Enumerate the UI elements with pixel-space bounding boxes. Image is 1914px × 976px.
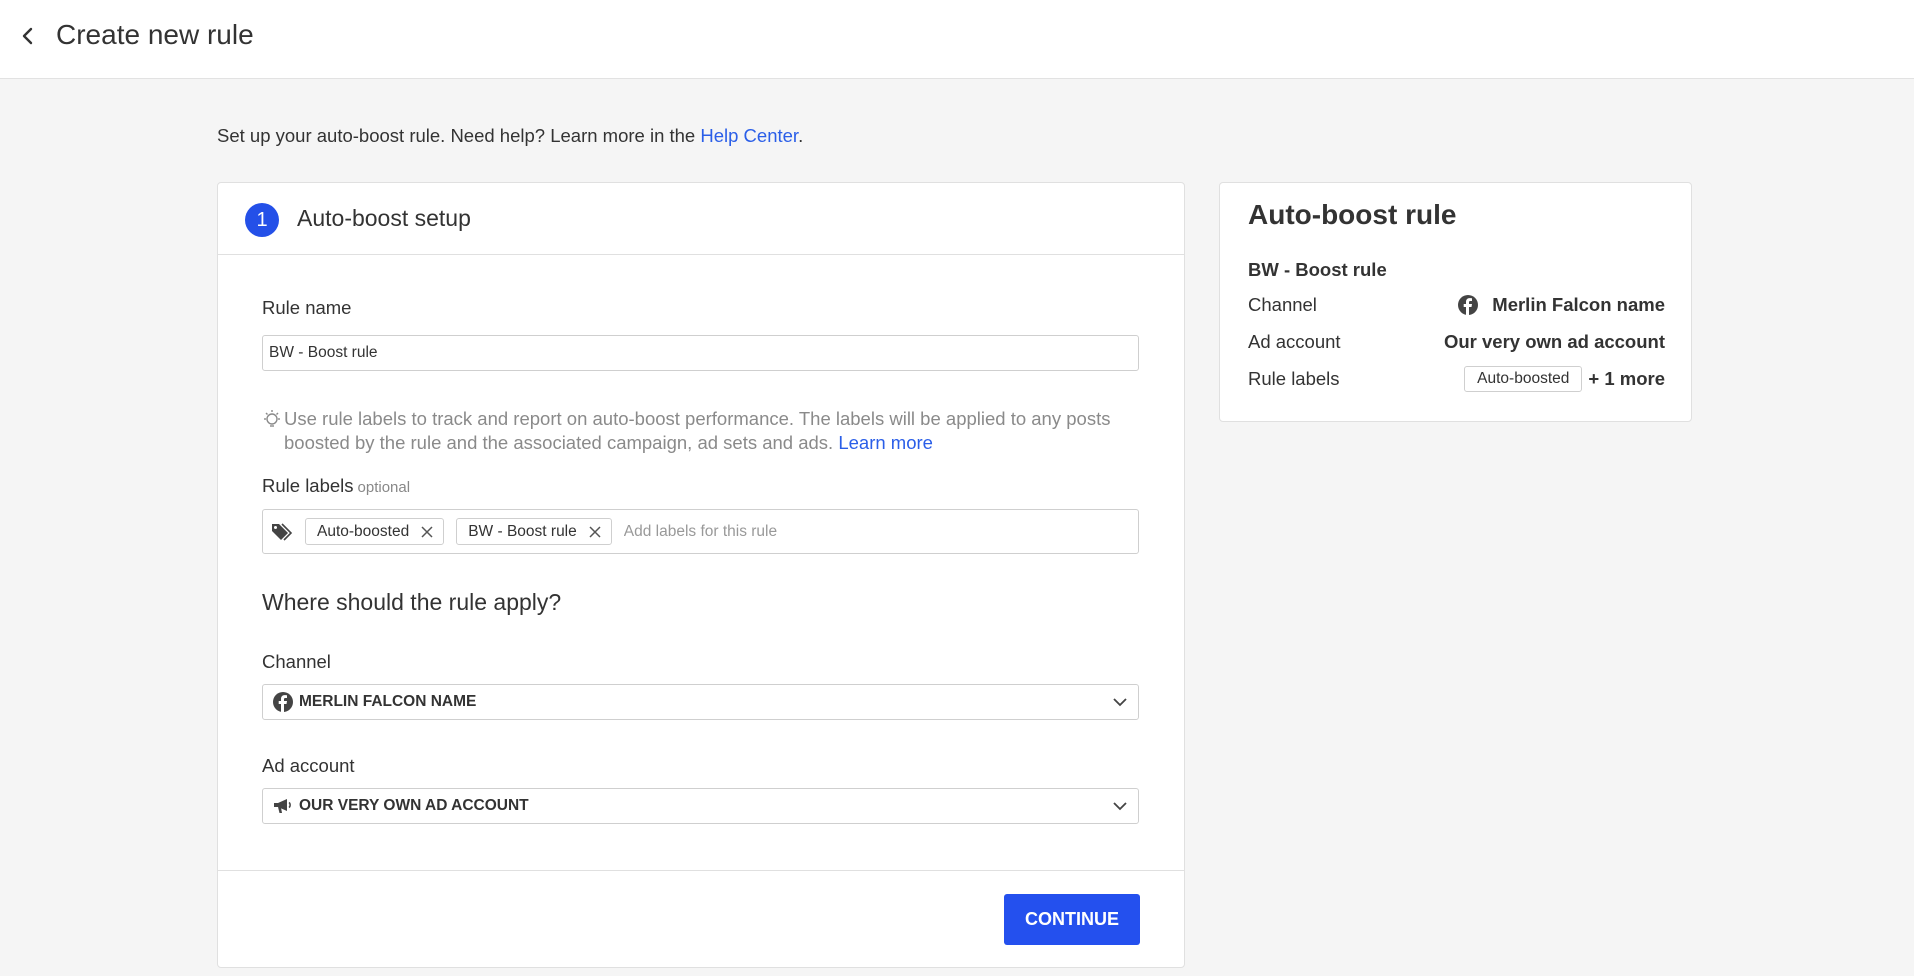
chevron-down-icon	[1102, 801, 1138, 811]
back-button[interactable]	[14, 22, 42, 50]
remove-label-icon[interactable]	[587, 524, 603, 540]
summary-channel-label: Channel	[1248, 294, 1317, 315]
summary-labels-label: Rule labels	[1248, 368, 1340, 389]
channel-select-value: MERLIN FALCON NAME	[299, 693, 477, 710]
summary-ad-account-value: Our very own ad account	[1443, 331, 1665, 352]
chevron-left-icon	[22, 27, 33, 45]
summary-channel-value-wrap: Merlin Falcon name	[1458, 294, 1665, 316]
summary-rule-name: BW - Boost rule	[1248, 259, 1387, 280]
intro-text: Set up your auto-boost rule. Need help? …	[217, 125, 803, 147]
setup-card: 1 Auto-boost setup Rule name Use rule la…	[217, 182, 1185, 968]
rule-labels-hint: Use rule labels to track and report on a…	[262, 407, 1139, 455]
lightbulb-icon	[262, 409, 284, 455]
channel-label: Channel	[262, 651, 331, 672]
rule-labels-field[interactable]: Auto-boosted BW - Boost rule	[262, 509, 1139, 554]
step-number-badge: 1	[245, 203, 279, 237]
label-chip-text: BW - Boost rule	[468, 522, 577, 540]
intro-text-end: .	[798, 125, 804, 146]
hint-text: Use rule labels to track and report on a…	[284, 407, 1139, 455]
setup-card-title: Auto-boost setup	[297, 205, 471, 231]
rule-name-input[interactable]	[262, 335, 1139, 371]
rule-labels-label-text: Rule labels	[262, 475, 354, 496]
rule-labels-label: Rule labels optional	[262, 475, 410, 497]
channel-select[interactable]: MERLIN FALCON NAME	[262, 684, 1139, 720]
card-footer-divider	[218, 870, 1184, 871]
apply-section-title: Where should the rule apply?	[262, 589, 562, 615]
summary-channel-row: Channel Merlin Falcon name	[1248, 290, 1665, 320]
learn-more-link[interactable]: Learn more	[838, 432, 933, 453]
ad-account-select[interactable]: OUR VERY OWN AD ACCOUNT	[262, 788, 1139, 824]
ad-account-select-value: OUR VERY OWN AD ACCOUNT	[299, 797, 529, 814]
setup-card-header: 1 Auto-boost setup	[218, 183, 1184, 255]
summary-card: Auto-boost rule BW - Boost rule Channel …	[1219, 182, 1692, 422]
megaphone-icon	[273, 795, 295, 817]
page-title: Create new rule	[56, 19, 254, 50]
facebook-icon	[273, 691, 295, 713]
label-chip: BW - Boost rule	[456, 518, 612, 545]
summary-title: Auto-boost rule	[1248, 199, 1457, 230]
label-chip-text: Auto-boosted	[317, 522, 410, 540]
tag-icon	[271, 521, 295, 543]
summary-ad-account-row: Ad account Our very own ad account	[1248, 327, 1665, 357]
remove-label-icon[interactable]	[419, 524, 435, 540]
optional-tag: optional	[357, 479, 411, 496]
facebook-icon	[1458, 294, 1480, 316]
intro-text-body: Set up your auto-boost rule. Need help? …	[217, 125, 701, 146]
summary-labels-value: Auto-boosted + 1 more	[1464, 366, 1665, 392]
label-chip: Auto-boosted	[305, 518, 445, 545]
summary-label-chip: Auto-boosted	[1464, 366, 1583, 392]
continue-button[interactable]: CONTINUE	[1004, 894, 1140, 945]
rule-name-label: Rule name	[262, 297, 352, 318]
summary-labels-row: Rule labels Auto-boosted + 1 more	[1248, 364, 1665, 394]
chevron-down-icon	[1102, 697, 1138, 707]
add-labels-input[interactable]	[623, 516, 1138, 547]
hint-body: Use rule labels to track and report on a…	[284, 408, 1111, 453]
top-bar: Create new rule	[0, 0, 1914, 79]
summary-channel-value: Merlin Falcon name	[1492, 294, 1665, 315]
ad-account-label: Ad account	[262, 755, 355, 776]
help-center-link[interactable]: Help Center	[700, 125, 798, 146]
summary-ad-account-label: Ad account	[1248, 331, 1341, 352]
summary-labels-more: + 1 more	[1588, 368, 1665, 389]
